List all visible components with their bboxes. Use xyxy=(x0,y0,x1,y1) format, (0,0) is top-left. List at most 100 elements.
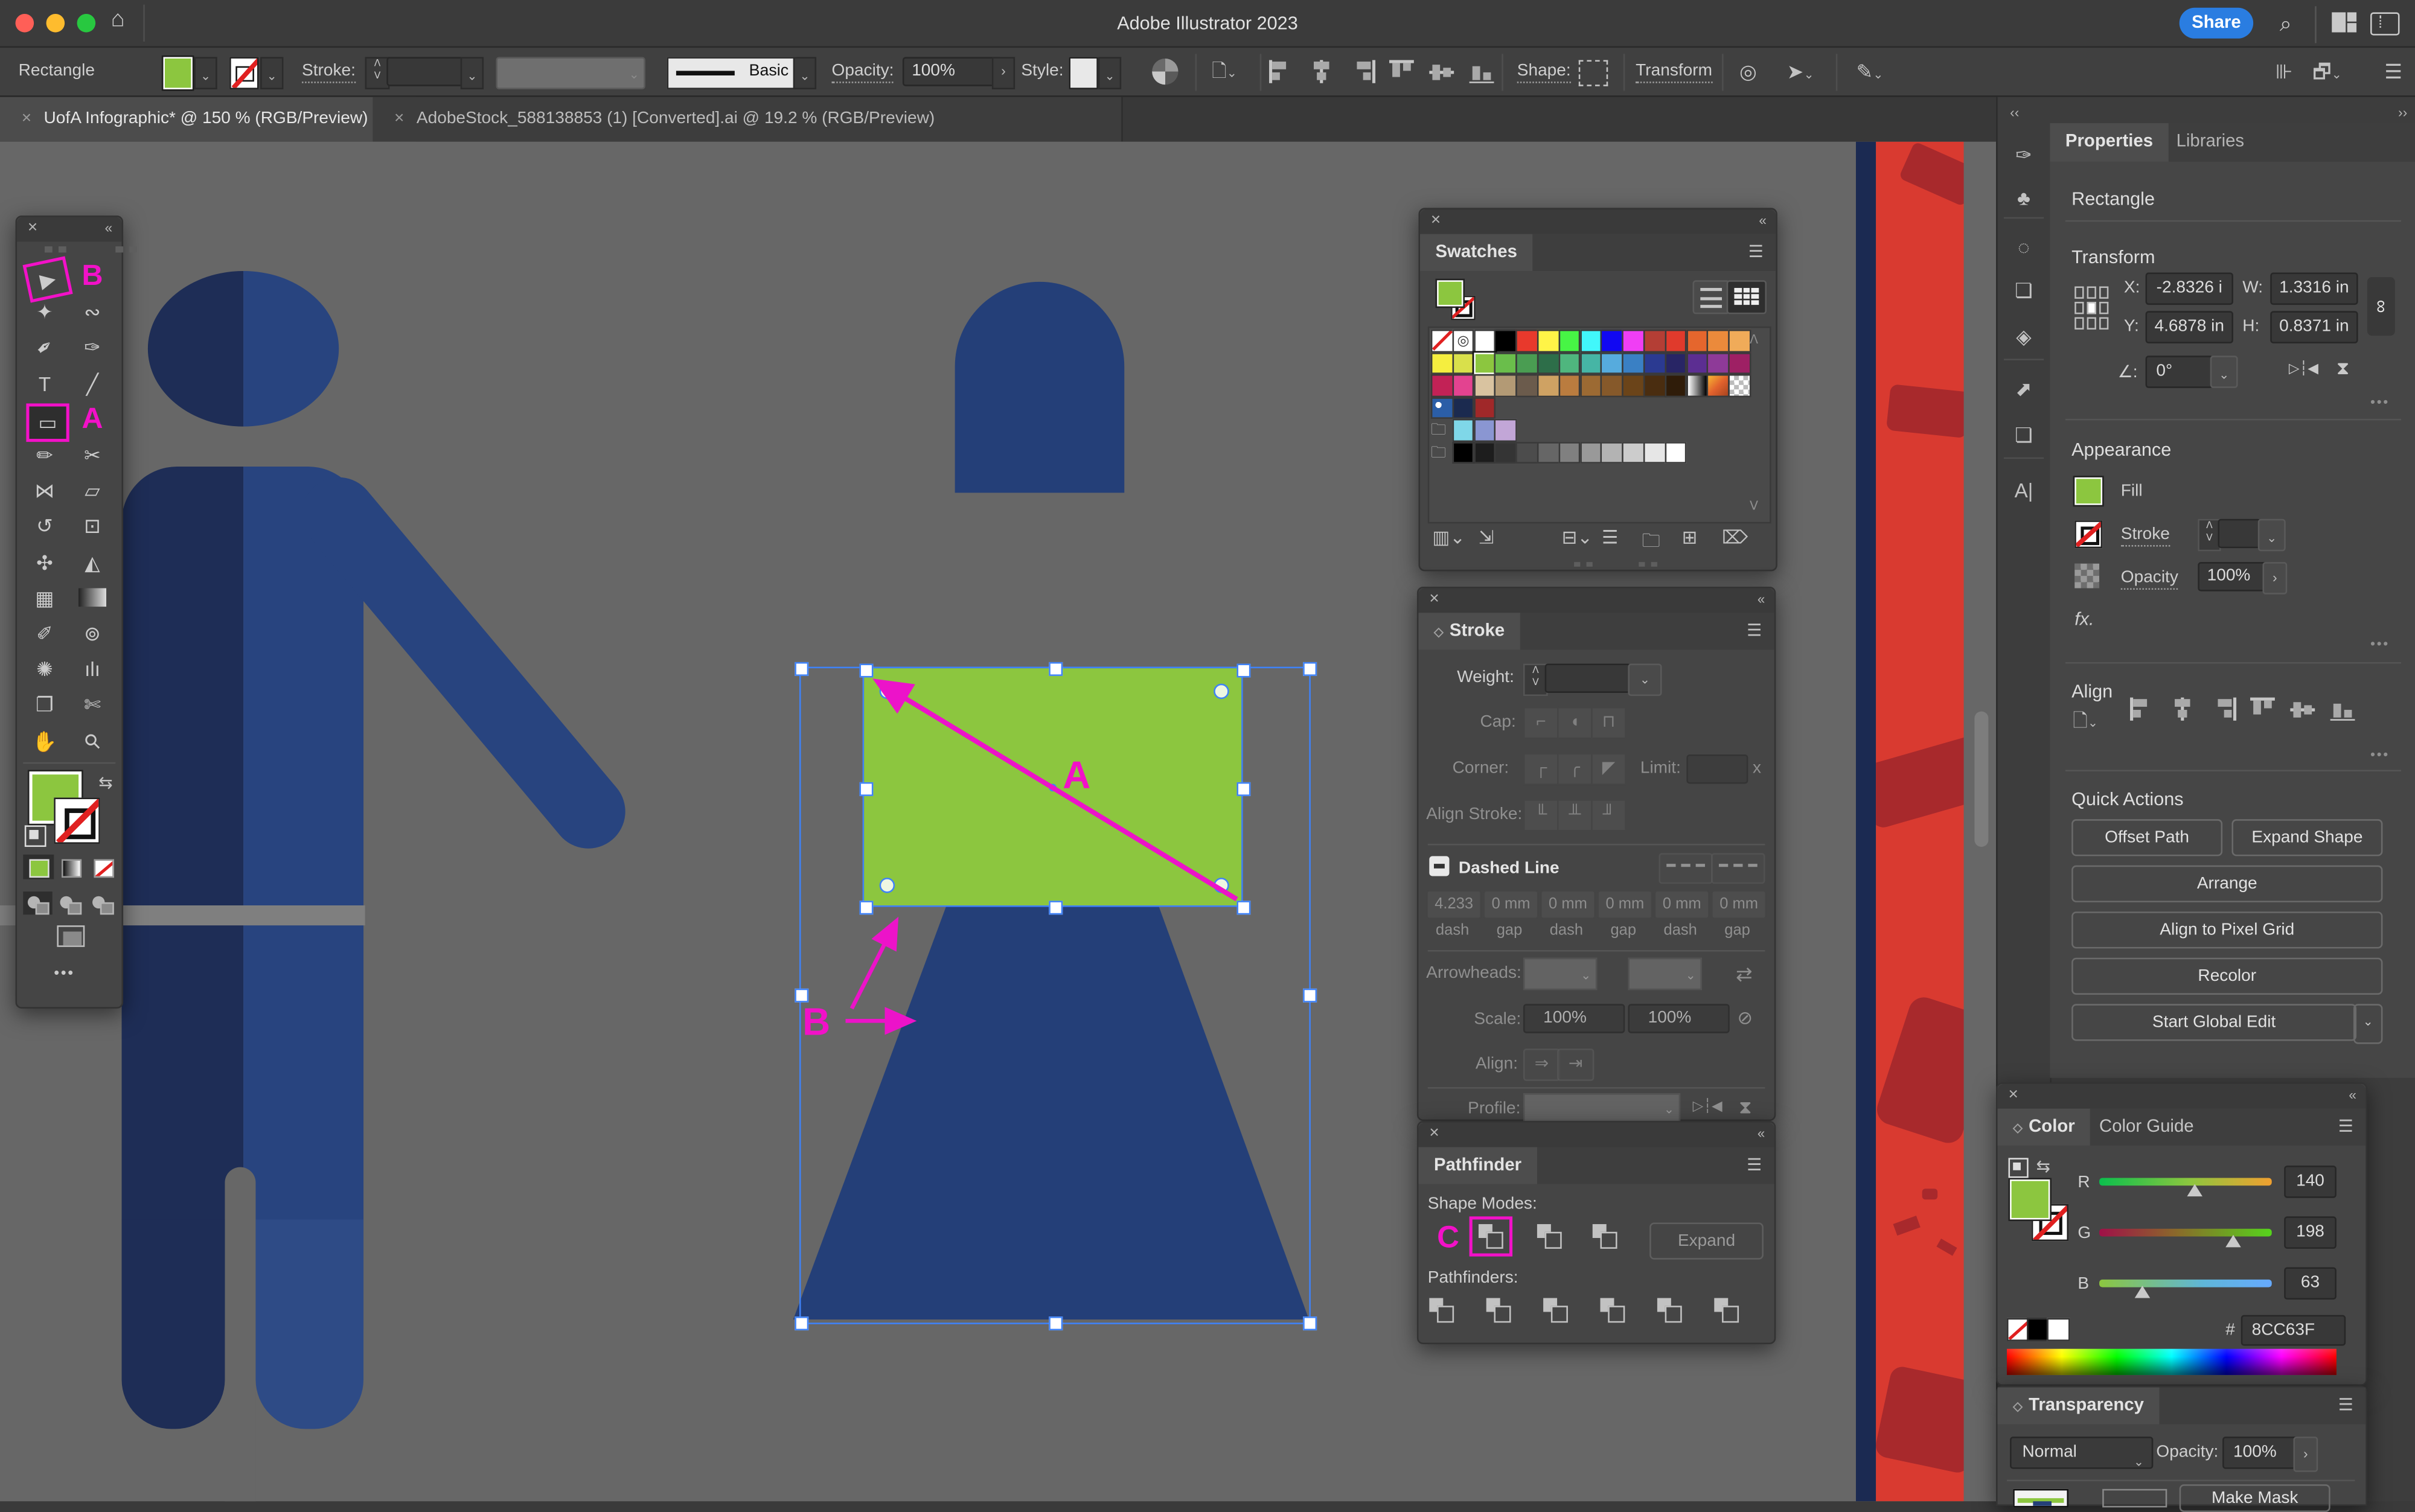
arrowhead-scale-end[interactable]: 100% xyxy=(1628,1004,1729,1033)
swatch[interactable] xyxy=(1729,330,1751,352)
dash-field[interactable]: 0 mm xyxy=(1540,890,1596,919)
close-icon[interactable]: × xyxy=(1431,211,1441,229)
swatch[interactable] xyxy=(1452,397,1474,419)
brush-dropdown-chevron[interactable]: ⌄ xyxy=(793,57,816,89)
object-thumbnail[interactable] xyxy=(2013,1489,2068,1508)
slider-value-G[interactable]: 198 xyxy=(2284,1216,2337,1249)
make-mask-button[interactable]: Make Mask xyxy=(2180,1484,2330,1512)
selection-panel-icon[interactable]: ◌ xyxy=(1998,235,2050,258)
layers-panel-icon[interactable]: ◈ xyxy=(1998,325,2050,349)
cb-align-v-middle[interactable] xyxy=(1429,60,1454,83)
screen-mode-button[interactable] xyxy=(57,925,85,947)
white-swatch[interactable] xyxy=(2047,1318,2070,1341)
selection-handle[interactable] xyxy=(859,900,872,914)
swatch[interactable]: ◎ xyxy=(1452,330,1474,352)
pen-tool[interactable]: ✒ xyxy=(20,324,69,372)
dash-field[interactable]: 0 mm xyxy=(1711,890,1767,919)
swatch-options-icon[interactable]: ☰ xyxy=(1602,526,1618,548)
artboards-panel-icon[interactable]: ❏ xyxy=(1998,279,2050,304)
color-spectrum-bar[interactable] xyxy=(2007,1349,2337,1375)
expand-dock-icon[interactable]: ›› xyxy=(2398,104,2407,120)
appearance-stroke-label[interactable]: Stroke xyxy=(2121,525,2170,547)
shape-builder-tool[interactable]: ✣ xyxy=(26,546,63,579)
swatch[interactable] xyxy=(1516,441,1538,464)
corner-radius-widget[interactable] xyxy=(1214,684,1229,700)
panel-menu-icon[interactable]: ☰ xyxy=(1748,242,1764,262)
perspective-grid-tool[interactable]: ◭ xyxy=(74,546,110,579)
swatch[interactable] xyxy=(1707,374,1730,397)
new-group-icon[interactable]: 🗀 xyxy=(1642,526,1660,559)
divide-button[interactable] xyxy=(1425,1295,1459,1325)
swatch[interactable] xyxy=(1431,352,1453,374)
recolor-artwork-icon[interactable] xyxy=(1152,59,1178,85)
gradient-mode-button[interactable] xyxy=(56,855,86,879)
column-graph-tool[interactable]: ılı xyxy=(74,653,110,686)
slice-tool[interactable]: ✄ xyxy=(74,689,110,721)
weight-dropdown[interactable]: ⌄ xyxy=(1628,663,1662,696)
swatch-group-folder-icon[interactable]: 🗀 xyxy=(1431,419,1450,438)
swatch[interactable] xyxy=(1729,374,1751,397)
none-mode-button[interactable] xyxy=(88,855,118,879)
stroke-weight-field[interactable] xyxy=(386,57,464,86)
crop-button[interactable] xyxy=(1596,1295,1630,1325)
trim-button[interactable] xyxy=(1482,1295,1515,1325)
selection-handle[interactable] xyxy=(1048,1316,1062,1330)
swatch[interactable] xyxy=(1601,374,1623,397)
align-arrow-end[interactable]: ⇥ xyxy=(1557,1048,1594,1081)
swatch[interactable] xyxy=(1665,330,1687,352)
stylize-dropdown[interactable]: ✎⌄ xyxy=(1848,59,1891,85)
dash-preserve-button[interactable] xyxy=(1659,853,1712,884)
swatch[interactable] xyxy=(1622,330,1645,352)
profile-dropdown[interactable]: ⌄ xyxy=(1523,1093,1680,1124)
swatch-themes-icon[interactable]: ⇲ xyxy=(1479,526,1494,548)
cb-align-h-right[interactable] xyxy=(1349,60,1374,83)
tab-swatches[interactable]: Swatches xyxy=(1420,234,1532,271)
close-tab-icon[interactable]: × xyxy=(22,109,31,128)
tab-transparency[interactable]: ◇Transparency xyxy=(1998,1387,2160,1424)
tab-stroke[interactable]: ◇Stroke xyxy=(1418,613,1520,649)
mesh-tool[interactable]: ▦ xyxy=(26,582,63,614)
flip-along-icon[interactable]: ▷┆◀ xyxy=(1693,1098,1722,1115)
appearance-stroke-swatch[interactable] xyxy=(2074,520,2102,548)
resize-grip[interactable] xyxy=(1574,562,1657,567)
cap-button-2[interactable]: ◖ xyxy=(1557,707,1593,739)
document-tab-active[interactable]: ×UofA Infographic* @ 150 % (RGB/Preview) xyxy=(0,97,416,142)
prop-align-v-top[interactable] xyxy=(2250,698,2275,721)
draw-behind-mode[interactable] xyxy=(56,892,85,914)
corner-button-2[interactable]: ╭ xyxy=(1557,753,1593,785)
collapse-dock-icon[interactable]: ‹‹ xyxy=(2010,104,2019,120)
slider-track-G[interactable] xyxy=(2099,1229,2272,1237)
dash-align-button[interactable] xyxy=(1711,853,1765,884)
slider-thumb-R[interactable] xyxy=(2186,1184,2202,1196)
quick-action-expand-shape[interactable]: Expand Shape xyxy=(2231,819,2382,856)
swatch[interactable] xyxy=(1686,374,1708,397)
arrowhead-start-dropdown[interactable]: ⌄ xyxy=(1523,958,1597,990)
limit-field[interactable] xyxy=(1686,754,1748,783)
quick-action-arrange[interactable]: Arrange xyxy=(2071,866,2382,902)
appearance-opacity-label[interactable]: Opacity xyxy=(2121,568,2178,590)
swatch[interactable] xyxy=(1686,330,1708,352)
merge-button[interactable] xyxy=(1538,1295,1572,1325)
slider-track-R[interactable] xyxy=(2099,1178,2272,1186)
selection-handle[interactable] xyxy=(1302,662,1316,675)
hex-field[interactable]: 8CC63F xyxy=(2241,1315,2346,1346)
tab-pathfinder[interactable]: Pathfinder xyxy=(1418,1147,1537,1184)
prop-align-h-center[interactable] xyxy=(2170,698,2195,721)
swatch[interactable] xyxy=(1579,441,1602,464)
swatch[interactable] xyxy=(1452,374,1474,397)
scroll-down-icon[interactable]: ᐯ xyxy=(1750,499,1758,513)
more-appearance-options[interactable]: ••• xyxy=(2370,636,2390,652)
list-view-button[interactable] xyxy=(1693,280,1730,314)
swatch[interactable] xyxy=(1579,330,1602,352)
select-similar-dropdown[interactable]: ➤⌄ xyxy=(1779,59,1822,85)
gradient-tool[interactable] xyxy=(78,588,106,607)
draw-normal-mode[interactable] xyxy=(23,892,52,914)
lasso-tool[interactable]: ∾ xyxy=(74,296,110,328)
color-mode-button[interactable] xyxy=(23,855,54,879)
corner-radius-widget[interactable] xyxy=(1214,878,1229,893)
show-kinds-icon[interactable]: ⊟⌄ xyxy=(1562,526,1593,548)
swatch[interactable] xyxy=(1473,330,1495,352)
swatch[interactable] xyxy=(1431,397,1453,419)
swatch[interactable] xyxy=(1516,352,1538,374)
collapse-icon[interactable]: ‹‹ xyxy=(104,220,110,236)
